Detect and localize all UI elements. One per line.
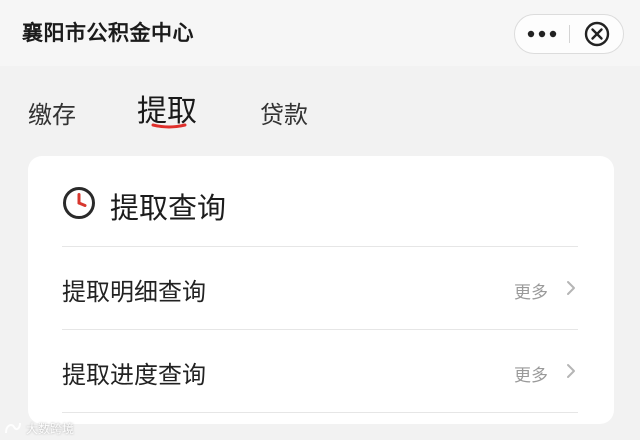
tab-deposit[interactable]: 缴存 — [28, 95, 76, 130]
list-item-label: 提取进度查询 — [62, 361, 206, 389]
more-button[interactable] — [515, 15, 569, 52]
chevron-right-icon — [567, 364, 575, 378]
close-button[interactable] — [571, 15, 623, 52]
watermark-text: 大数跨境 — [26, 421, 75, 436]
more-link[interactable]: 更多 — [514, 278, 548, 303]
watermark-logo-icon — [5, 422, 21, 434]
list-item-withdraw-detail[interactable]: 提取明细查询 更多 — [28, 247, 614, 329]
watermark: 大数跨境 — [4, 418, 74, 438]
app-title: 襄阳市公积金中心 — [22, 21, 194, 45]
active-tab-indicator — [151, 123, 187, 129]
close-circle-icon — [584, 21, 610, 46]
chevron-right-icon — [567, 281, 575, 295]
more-link[interactable]: 更多 — [514, 361, 548, 386]
card-title: 提取查询 — [110, 191, 227, 225]
clock-icon — [63, 187, 95, 219]
tab-label: 缴存 — [28, 101, 76, 129]
list-item-withdraw-progress[interactable]: 提取进度查询 更多 — [28, 330, 614, 412]
more-dots-icon — [527, 30, 557, 37]
mini-program-capsule — [514, 14, 624, 54]
divider — [62, 412, 578, 413]
title-bar: 襄阳市公积金中心 — [0, 0, 640, 66]
withdraw-query-card: 提取查询 提取明细查询 更多 提取进度查询 更多 — [28, 156, 614, 424]
card-header: 提取查询 — [28, 156, 614, 246]
list-item-label: 提取明细查询 — [62, 278, 206, 306]
tab-loan[interactable]: 贷款 — [260, 95, 308, 130]
tab-label: 贷款 — [260, 101, 308, 129]
capsule-divider — [569, 25, 570, 43]
tab-bar: 缴存 提取 贷款 — [0, 80, 640, 140]
